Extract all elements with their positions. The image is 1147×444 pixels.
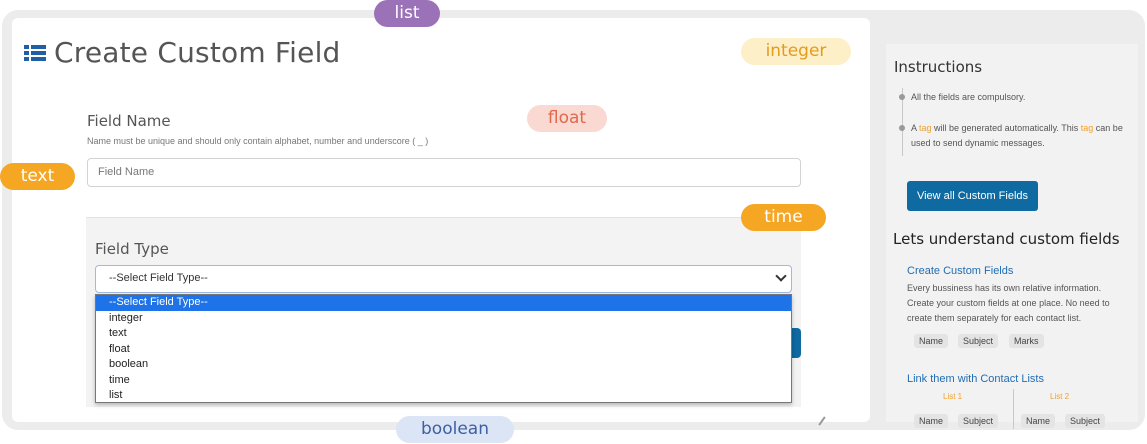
list-divider (1013, 389, 1014, 429)
dropdown-option[interactable]: integer (96, 311, 791, 327)
field-chip: Name (914, 334, 949, 348)
understand-title: Lets understand custom fields (893, 230, 1120, 248)
dropdown-option[interactable]: text (96, 326, 791, 342)
type-pill-integer: integer (741, 38, 851, 65)
type-pill-float: float (527, 105, 607, 132)
list-chip: Subject (1065, 414, 1106, 428)
field-type-dropdown[interactable]: --Select Field Type-- integer text float… (95, 294, 792, 403)
tag-keyword: tag (1080, 123, 1094, 133)
type-pill-list: list (374, 0, 440, 27)
timeline-dot (899, 125, 905, 131)
type-pill-text: text (0, 163, 75, 190)
list-1-label: List 1 (943, 392, 963, 401)
tag-keyword: tag (919, 123, 932, 133)
field-name-label: Field Name (87, 112, 171, 130)
list-2-label: List 2 (1050, 392, 1070, 401)
field-name-hint: Name must be unique and should only cont… (87, 136, 429, 146)
type-pill-time: time (741, 204, 826, 231)
create-custom-fields-description: Every bussiness has its own relative inf… (907, 283, 1110, 323)
dropdown-option[interactable]: list (96, 388, 791, 404)
instructions-title: Instructions (894, 58, 983, 76)
dropdown-option[interactable]: float (96, 342, 791, 358)
instruction-item: All the fields are compulsory. (911, 92, 1026, 102)
timeline-dot (899, 94, 905, 100)
field-type-select[interactable]: --Select Field Type-- (95, 265, 792, 293)
field-name-input[interactable]: Field Name (87, 158, 801, 187)
list-icon (24, 43, 46, 62)
dropdown-option[interactable]: time (96, 373, 791, 389)
field-chip: Subject (958, 334, 999, 348)
field-type-selected-value: --Select Field Type-- (109, 272, 208, 284)
dropdown-option[interactable]: boolean (96, 357, 791, 373)
list-chip: Subject (958, 414, 999, 428)
page-title-text: Create Custom Field (54, 36, 341, 69)
type-pill-boolean: boolean (396, 416, 514, 443)
link-contact-lists-heading: Link them with Contact Lists (907, 373, 1044, 385)
chevron-down-icon[interactable] (775, 270, 787, 282)
list-chip: Name (914, 414, 949, 428)
dropdown-option[interactable]: --Select Field Type-- (96, 295, 791, 311)
create-custom-fields-heading: Create Custom Fields (907, 265, 1014, 277)
list-chip: Name (1021, 414, 1056, 428)
field-chip: Marks (1009, 334, 1044, 348)
instruction-item: A tag will be generated automatically. T… (911, 123, 1123, 148)
view-all-custom-fields-button[interactable]: View all Custom Fields (907, 181, 1038, 211)
field-type-label: Field Type (95, 240, 169, 258)
page-title: Create Custom Field (24, 36, 341, 69)
